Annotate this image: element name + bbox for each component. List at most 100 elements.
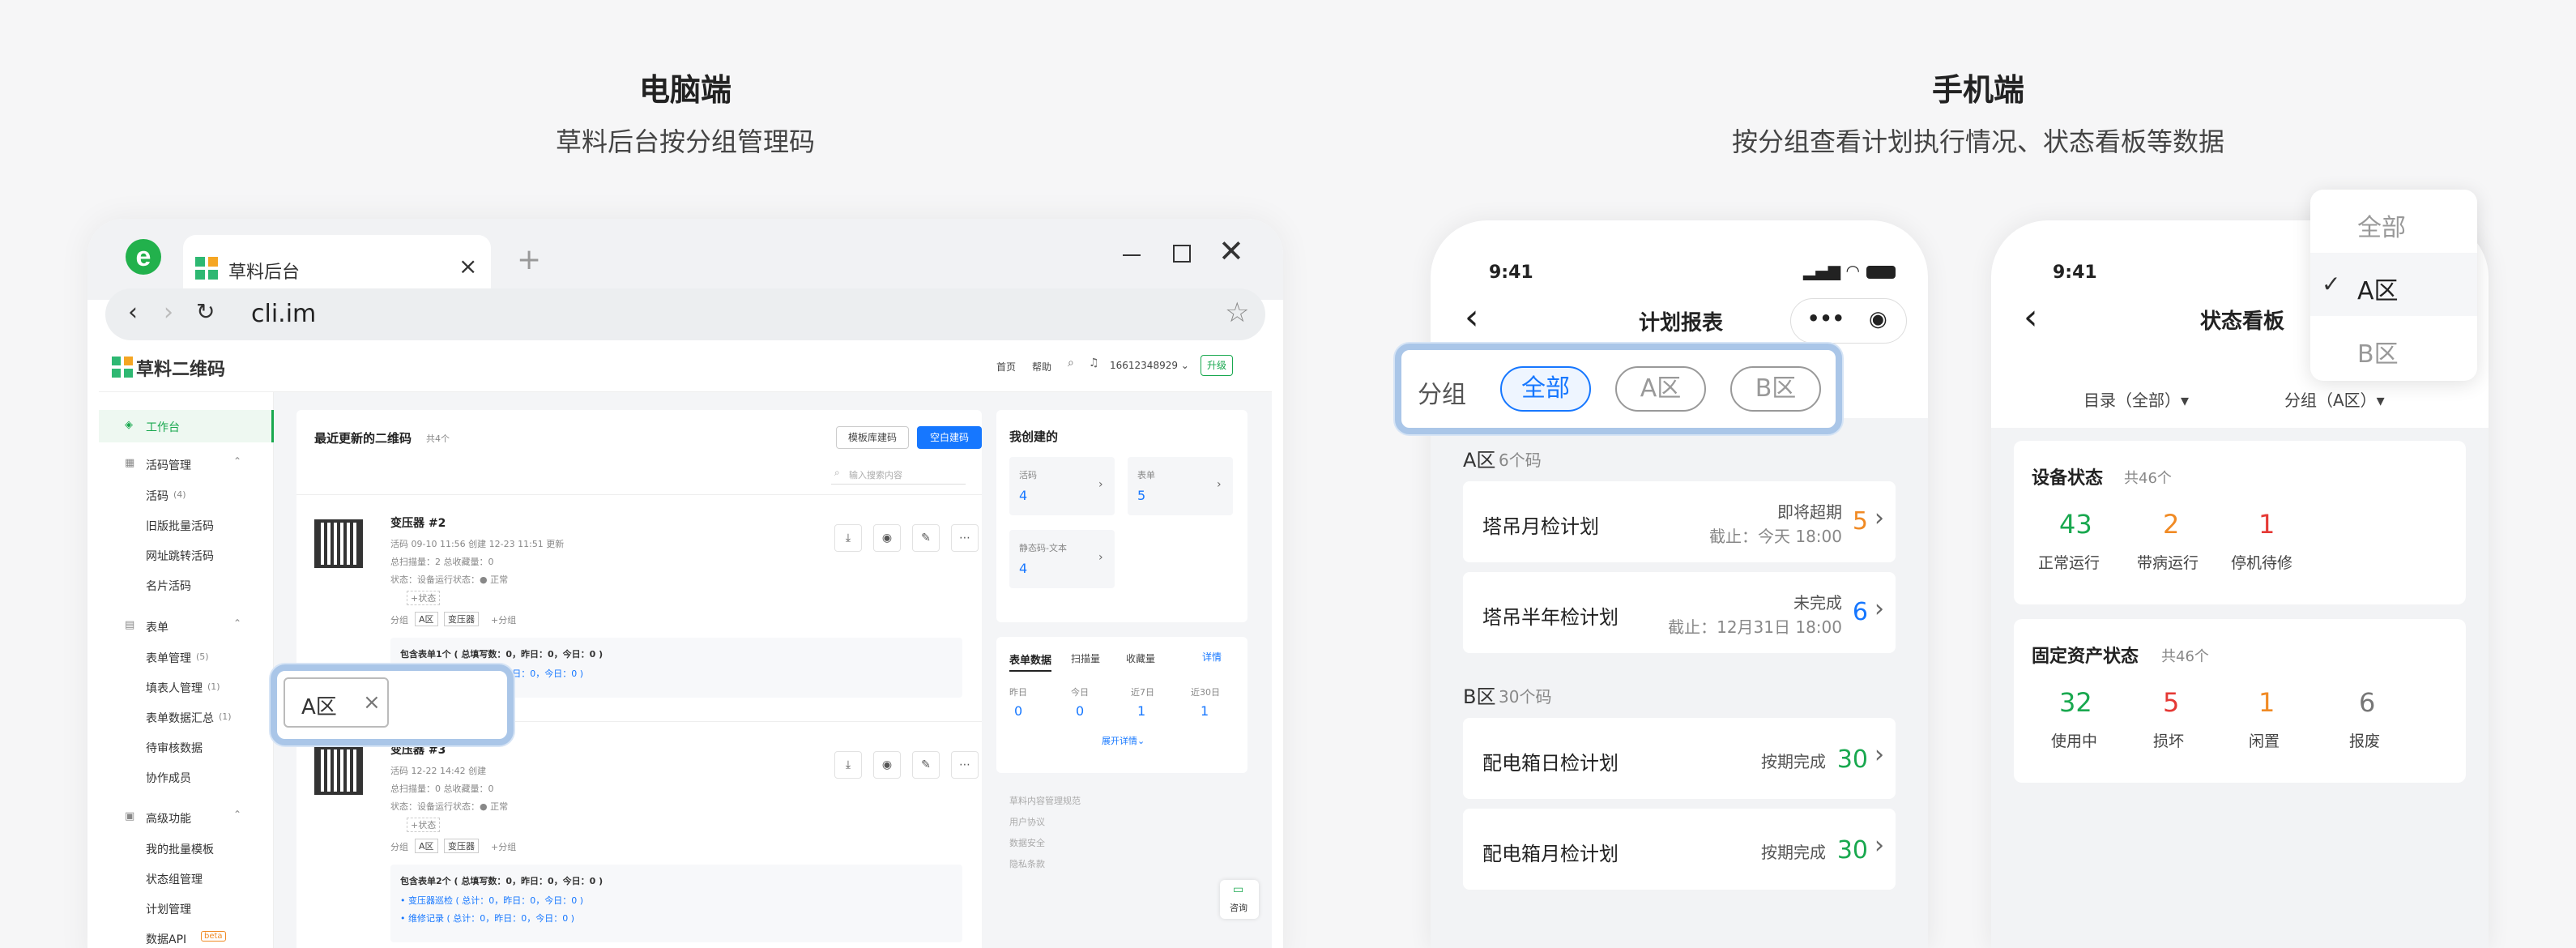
plan-row[interactable]: 配电箱月检计划 按期完成 30 › — [1463, 809, 1896, 890]
sidebar-item-url-redirect[interactable]: 网址跳转活码 — [146, 548, 214, 564]
search-icon[interactable]: ⌕ — [1068, 357, 1074, 369]
form-icon: ▤ — [125, 619, 135, 631]
plan-row[interactable]: 塔吊月检计划 即将超期 截止：今天 18:00 5 › — [1463, 481, 1896, 562]
refresh-icon[interactable]: ↻ — [196, 298, 215, 325]
filter-chip-all[interactable]: 全部 — [1500, 366, 1591, 412]
miniapp-capsule[interactable]: ••• ◉ — [1790, 298, 1907, 344]
minimize-icon[interactable] — [1123, 254, 1141, 256]
footer-link[interactable]: 数据安全 — [1009, 836, 1045, 849]
sidebar-item-pending-review[interactable]: 待审核数据 — [146, 740, 203, 756]
preview-icon[interactable]: ◉ — [873, 524, 901, 552]
sidebar-group-form[interactable]: 表单 — [146, 619, 168, 635]
chevron-up-icon[interactable]: ⌃ — [233, 455, 241, 467]
template-create-button[interactable]: 模板库建码 — [836, 426, 909, 449]
tab-favorites[interactable]: 收藏量 — [1126, 651, 1155, 665]
group-tag[interactable]: A区 — [415, 839, 438, 853]
code-title[interactable]: 变压器 #2 — [390, 515, 446, 531]
asset-status-card[interactable]: 固定资产状态 共46个 32 使用中 5 损坏 1 闲置 6 报废 — [2014, 619, 2466, 783]
dropdown-option-all[interactable]: 全部 — [2310, 190, 2477, 253]
chevron-up-icon[interactable]: ⌃ — [233, 809, 241, 820]
code-list-item[interactable]: 变压器 #3 活码 12-22 14:42 创建 总扫描量：0 总收藏量：0 状… — [296, 721, 982, 948]
forward-icon[interactable]: › — [164, 298, 173, 327]
nav-help[interactable]: 帮助 — [1032, 360, 1051, 374]
more-icon[interactable]: ••• — [1807, 307, 1845, 330]
form-line[interactable]: • 变压器巡检 ( 总计：0，昨日：0，今日：0 ) — [400, 894, 583, 907]
preview-icon[interactable]: ◉ — [873, 751, 901, 779]
stat-card-form[interactable]: 表单 5 › — [1128, 457, 1233, 515]
sidebar-item-card[interactable]: 名片活码 — [146, 578, 191, 594]
sidebar-item-collaborators[interactable]: 协作成员 — [146, 770, 191, 786]
footer-link[interactable]: 隐私条款 — [1009, 857, 1045, 870]
stat-card-live-code[interactable]: 活码 4 › — [1009, 457, 1115, 515]
url-text[interactable]: cli.im — [251, 300, 316, 328]
footer-link[interactable]: 用户协议 — [1009, 815, 1045, 828]
nav-home[interactable]: 首页 — [996, 360, 1016, 374]
filter-chip-a[interactable]: A区 — [1615, 366, 1706, 412]
add-status-button[interactable]: +状态 — [407, 818, 441, 832]
sidebar-item-data-api[interactable]: 数据API — [146, 931, 186, 947]
add-status-button[interactable]: +状态 — [407, 591, 441, 605]
chevron-up-icon[interactable]: ⌃ — [233, 617, 241, 629]
back-icon[interactable]: ‹ — [128, 298, 138, 327]
footer-link[interactable]: 草料内容管理规范 — [1009, 794, 1081, 807]
sidebar-item-old-batch[interactable]: 旧版批量活码 — [146, 518, 214, 534]
consult-button[interactable]: ▭ 咨询 — [1220, 880, 1259, 919]
more-icon[interactable]: ⋯ — [951, 751, 979, 779]
add-group-button[interactable]: +分组 — [491, 840, 516, 853]
address-bar[interactable]: ‹ › ↻ cli.im ☆ — [105, 288, 1265, 340]
add-group-button[interactable]: +分组 — [491, 613, 516, 626]
upgrade-button[interactable]: 升级 — [1201, 355, 1233, 376]
blank-create-button[interactable]: 空白建码 — [917, 426, 982, 449]
code-search-input[interactable]: ⌕ 输入搜索内容 — [831, 463, 966, 485]
window-close-icon[interactable]: ✕ — [1218, 233, 1244, 269]
download-icon[interactable]: ⤓ — [834, 751, 862, 779]
stat-card-static-text[interactable]: 静态码-文本 4 › — [1009, 530, 1115, 588]
sidebar-item-filler-manage[interactable]: 填表人管理 — [146, 680, 203, 696]
back-icon[interactable]: ‹ — [2024, 297, 2038, 338]
maximize-icon[interactable] — [1173, 245, 1191, 263]
account-menu[interactable]: 16612348929 ⌄ — [1110, 360, 1189, 371]
download-icon[interactable]: ⤓ — [834, 524, 862, 552]
group-tag-chip[interactable]: A区 × — [284, 677, 389, 728]
dropdown-option-a[interactable]: ✓ A区 — [2310, 253, 2477, 316]
group-tag[interactable]: 变压器 — [444, 612, 479, 626]
device-status-card[interactable]: 设备状态 共46个 43 正常运行 2 带病运行 1 停机待修 — [2014, 441, 2466, 604]
dropdown-option-b[interactable]: B区 — [2310, 316, 2477, 379]
tab-close-icon[interactable]: × — [458, 253, 477, 280]
more-icon[interactable]: ⋯ — [951, 524, 979, 552]
tab-scans[interactable]: 扫描量 — [1071, 651, 1100, 665]
catalog-filter[interactable]: 目录（全部）▾ — [2083, 387, 2189, 411]
detail-link[interactable]: 详情 — [1202, 650, 1222, 664]
signal-icon: ▂▄▆ ◠ — [1803, 261, 1860, 280]
tab-form-data[interactable]: 表单数据 — [1009, 651, 1052, 672]
sidebar-item-status-group[interactable]: 状态组管理 — [146, 871, 203, 887]
sidebar-item-batch-template[interactable]: 我的批量模板 — [146, 841, 214, 857]
sidebar-item-form-summary[interactable]: 表单数据汇总 — [146, 710, 214, 726]
code-stats: 总扫描量：2 总收藏量：0 — [390, 557, 494, 567]
plan-row[interactable]: 塔吊半年检计划 未完成 截止：12月31日 18:00 6 › — [1463, 572, 1896, 653]
bookmark-star-icon[interactable]: ☆ — [1225, 297, 1249, 329]
sidebar-group-live-code[interactable]: 活码管理 — [146, 457, 191, 473]
sidebar-item-live-code[interactable]: 活码 — [146, 488, 168, 504]
stat-label: 静态码-文本 — [1019, 543, 1067, 553]
tag-remove-icon[interactable]: × — [363, 690, 381, 715]
site-logo-text[interactable]: 草料二维码 — [136, 355, 225, 381]
expand-detail-link[interactable]: 展开详情⌄ — [1102, 734, 1145, 747]
sidebar-item-plan-manage[interactable]: 计划管理 — [146, 901, 191, 917]
bell-icon[interactable]: ♫ — [1089, 357, 1099, 369]
sidebar-group-advanced[interactable]: 高级功能 — [146, 810, 191, 826]
miniapp-close-icon[interactable]: ◉ — [1869, 307, 1887, 331]
edit-icon[interactable]: ✎ — [912, 524, 940, 552]
new-tab-icon[interactable]: + — [517, 243, 541, 276]
group-tag[interactable]: 变压器 — [444, 839, 479, 853]
sidebar-item-workbench[interactable]: ◈ 工作台 — [99, 410, 274, 442]
sidebar-item-form-manage[interactable]: 表单管理 — [146, 650, 191, 666]
edit-icon[interactable]: ✎ — [912, 751, 940, 779]
filter-chip-b[interactable]: B区 — [1730, 366, 1821, 412]
group-tag[interactable]: A区 — [415, 612, 438, 626]
plan-row[interactable]: 配电箱日检计划 按期完成 30 › — [1463, 718, 1896, 799]
card-title: 设备状态 — [2032, 468, 2104, 489]
group-filter[interactable]: 分组（A区）▾ — [2284, 387, 2385, 411]
back-icon[interactable]: ‹ — [1465, 297, 1479, 338]
form-line[interactable]: • 维修记录 ( 总计：0，昨日：0，今日：0 ) — [400, 912, 574, 925]
